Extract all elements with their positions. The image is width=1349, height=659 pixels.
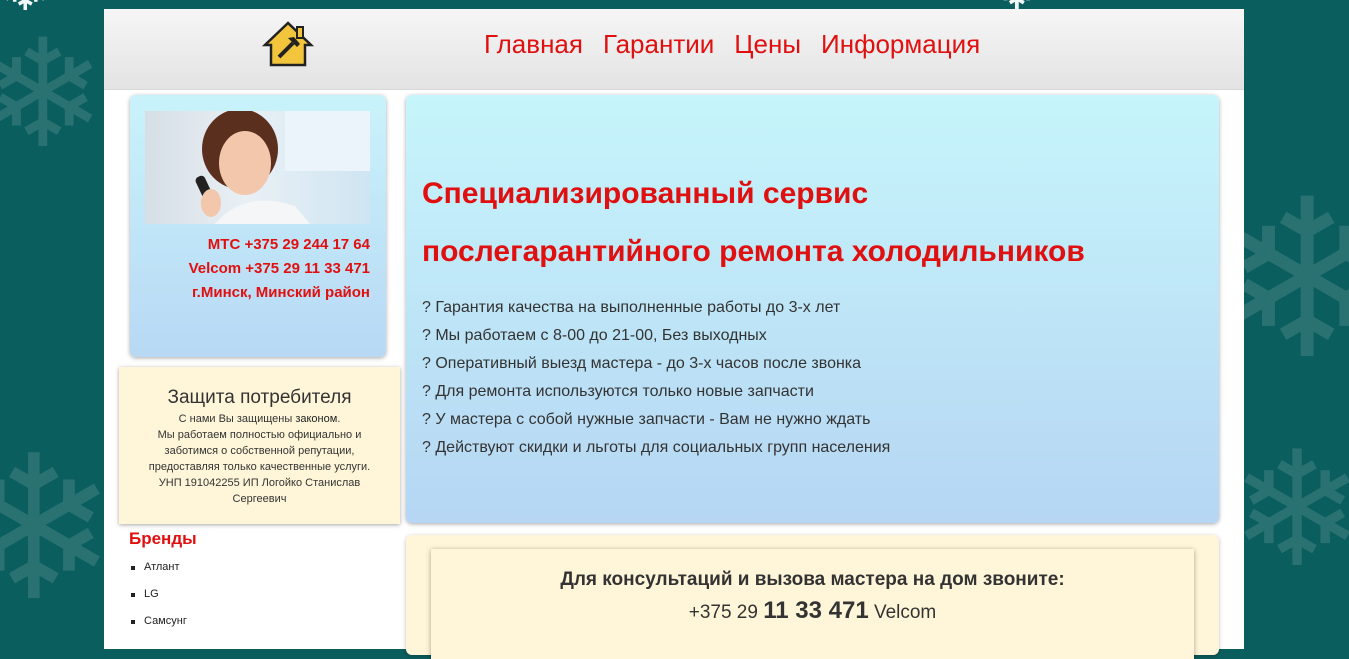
site-header: Главная Гарантии Цены Информация (104, 9, 1244, 90)
feature-item: ? У мастера с собой нужные запчасти - Ва… (422, 411, 871, 428)
snowflake-decoration-icon: ❄ (0, 8, 106, 182)
location-text: г.Минск, Минский район (191, 284, 370, 301)
feature-item: ? Действуют скидки и льготы для социальн… (422, 439, 891, 456)
brands-heading: Бренды (129, 529, 197, 548)
brands-list: Атлант LG Самсунг (129, 561, 187, 642)
consumer-protection-text: С нами Вы защищены законом. Мы работаем … (119, 411, 400, 507)
call-phone[interactable]: +375 29 11 33 471 Velcom (431, 597, 1194, 625)
features-list: ? Гарантия качества на выполненные работ… (422, 294, 890, 462)
call-phone-operator: Velcom (868, 602, 937, 623)
hero-title-line2: послегарантийного ремонта холодильников (422, 235, 1085, 268)
page-container: Главная Гарантии Цены Информация МТС +37… (104, 9, 1244, 659)
feature-item: ? Оперативный выезд мастера - до 3-х час… (422, 355, 862, 372)
nav-link-home[interactable]: Главная (484, 29, 583, 61)
call-section: Для консультаций и вызова мастера на дом… (406, 535, 1219, 659)
main-navigation: Главная Гарантии Цены Информация (484, 29, 980, 61)
consumer-line1-suffix: . (337, 413, 341, 425)
feature-item: ? Для ремонта используются только новые … (422, 383, 814, 400)
phone-mts[interactable]: МТС +375 29 244 17 64 (189, 233, 370, 257)
contact-card: МТС +375 29 244 17 64 Velcom +375 29 11 … (130, 95, 386, 357)
contact-info: МТС +375 29 244 17 64 Velcom +375 29 11 … (189, 233, 370, 305)
consumer-line2: Мы работаем полностью официально и забот… (148, 429, 371, 473)
call-phone-prefix: +375 29 (688, 602, 764, 623)
law-link[interactable]: законом (295, 413, 337, 425)
hero-panel: Специализированный сервис послегарантийн… (406, 95, 1219, 523)
consumer-protection-card: Защита потребителя С нами Вы защищены за… (119, 367, 400, 524)
call-title: Для консультаций и вызова мастера на дом… (560, 569, 1065, 590)
consumer-line3: УНП 191042255 ИП Логойко Станислав Серге… (158, 477, 361, 505)
brand-item[interactable]: Атлант (129, 561, 187, 588)
feature-item: ? Мы работаем с 8-00 до 21-00, Без выход… (422, 327, 767, 344)
phone-velcom[interactable]: Velcom +375 29 11 33 471 (189, 257, 370, 281)
nav-link-warranty[interactable]: Гарантии (603, 29, 714, 61)
call-card: Для консультаций и вызова мастера на дом… (431, 549, 1194, 659)
consumer-protection-title: Защита потребителя (167, 387, 352, 408)
nav-link-prices[interactable]: Цены (734, 29, 801, 61)
brand-item[interactable]: LG (129, 588, 187, 615)
call-phone-number: 11 33 471 (763, 597, 869, 624)
brand-item[interactable]: Самсунг (129, 615, 187, 642)
snowflake-decoration-icon: ❄ (0, 413, 118, 646)
house-hammer-logo-icon[interactable] (261, 21, 315, 67)
feature-item: ? Гарантия качества на выполненные работ… (422, 299, 841, 316)
nav-link-information[interactable]: Информация (821, 29, 980, 61)
consumer-line1-prefix: С нами Вы защищены (178, 413, 296, 425)
operator-photo (145, 111, 370, 224)
hero-title: Специализированный сервис послегарантийн… (422, 165, 1085, 281)
hero-title-line1: Специализированный сервис (422, 177, 869, 210)
snowflake-decoration-icon: ❄ (1230, 416, 1349, 603)
